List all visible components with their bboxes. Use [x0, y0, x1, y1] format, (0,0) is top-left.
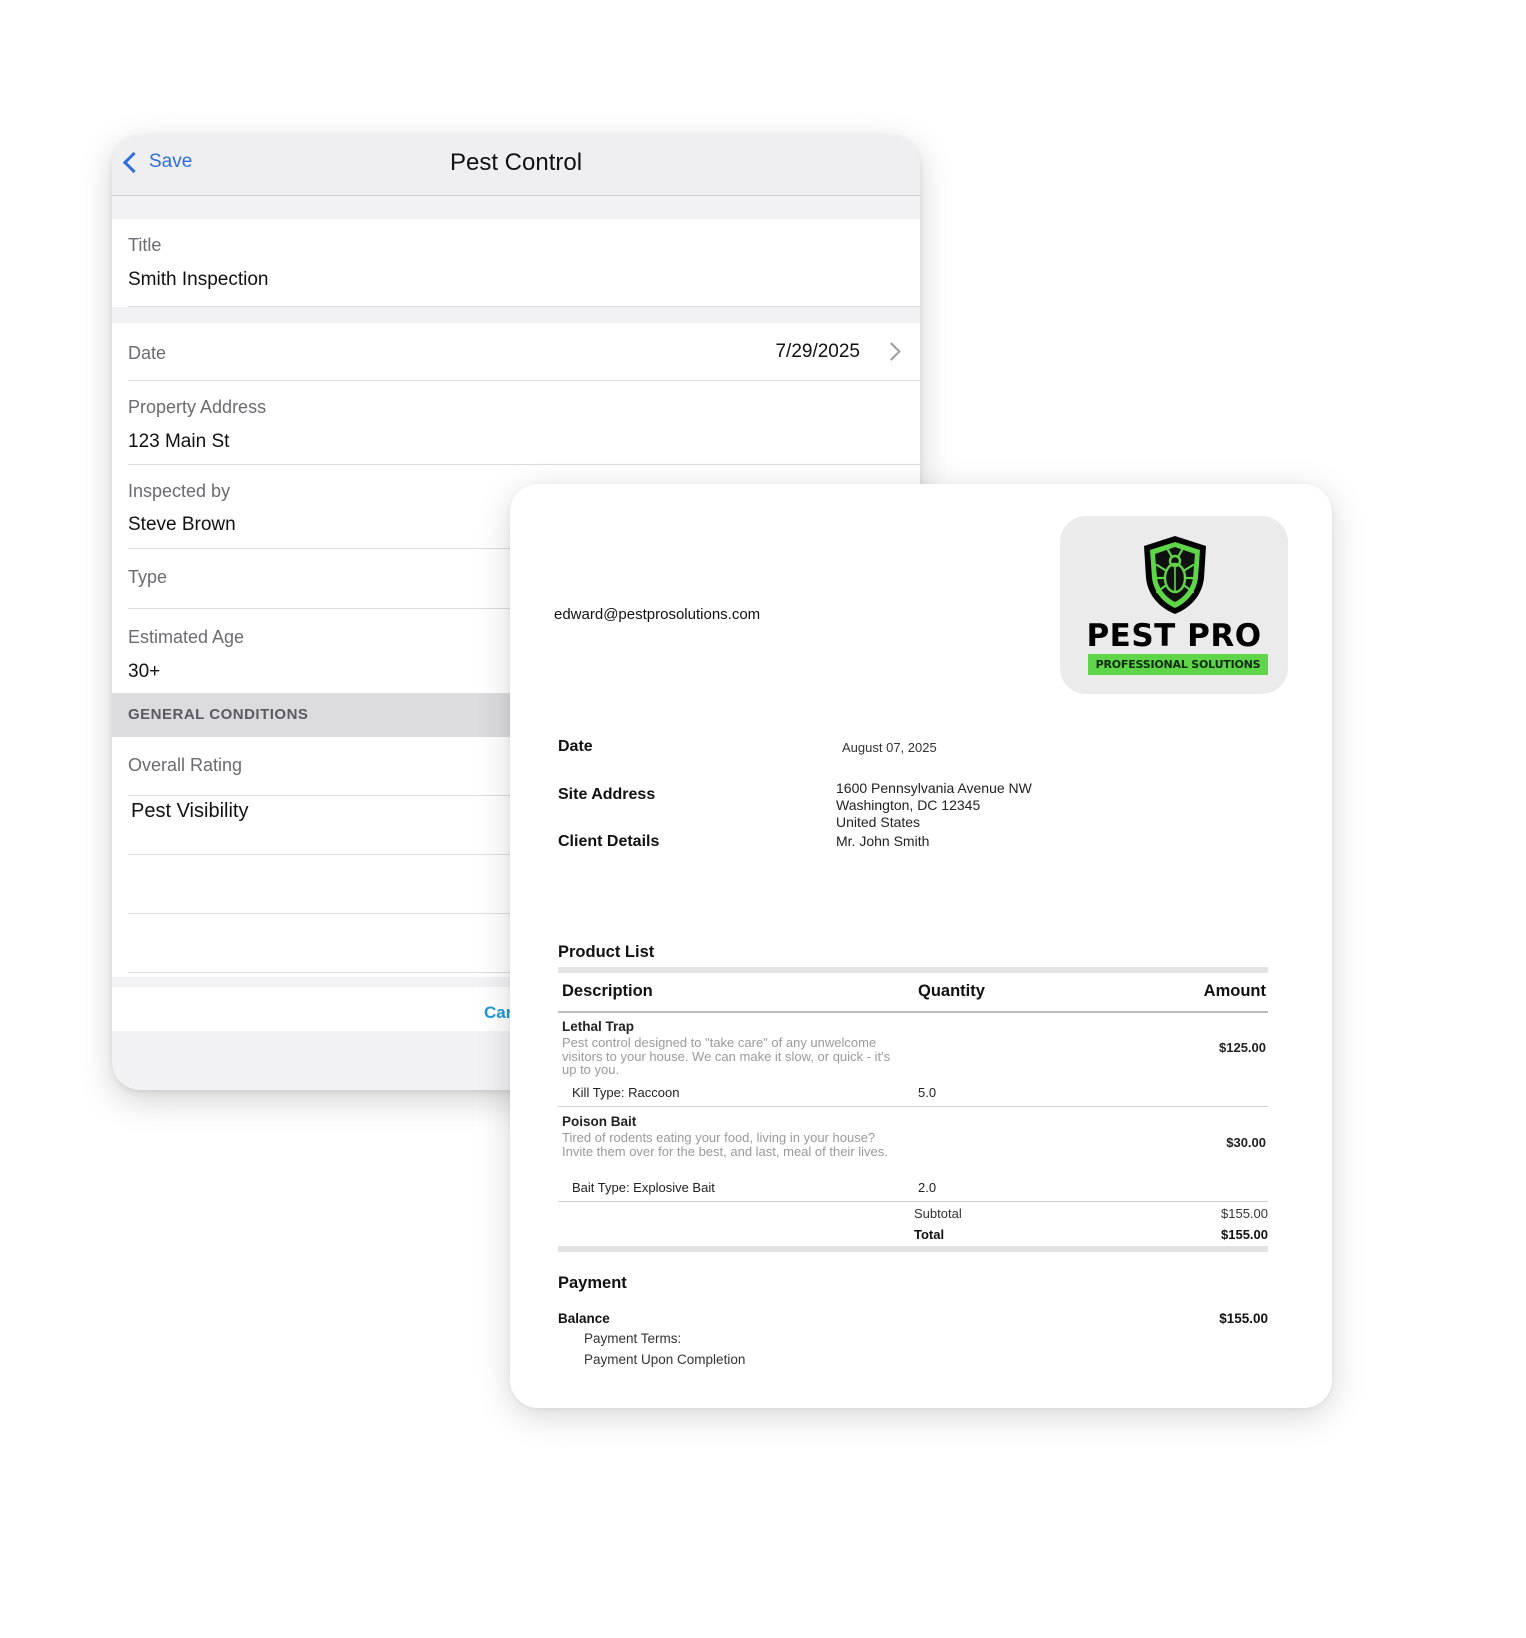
chevron-right-icon: [882, 342, 901, 361]
overall-rating-label[interactable]: Overall Rating: [128, 755, 242, 776]
date-label: Date: [128, 343, 167, 363]
column-header-quantity: Quantity: [918, 982, 985, 1000]
payment-terms-value: Payment Upon Completion: [584, 1352, 746, 1367]
title-value[interactable]: Smith Inspection: [128, 269, 268, 291]
subtotal-label: Subtotal: [914, 1206, 962, 1221]
navigation-bar: Save Pest Control: [112, 135, 920, 196]
total-value: $155.00: [1221, 1227, 1268, 1242]
site-address-line-1: 1600 Pennsylvania Avenue NW: [836, 780, 1032, 796]
item-option: Kill Type: Raccoon: [572, 1085, 680, 1100]
page-title: Pest Control: [449, 149, 583, 176]
site-address-line-3: United States: [836, 814, 921, 830]
item-amount: $125.00: [1219, 1040, 1266, 1055]
client-details-label: Client Details: [558, 833, 660, 850]
date-value: 7/29/2025: [775, 341, 860, 362]
column-header-amount: Amount: [1203, 982, 1266, 1000]
item-quantity: 5.0: [918, 1085, 937, 1100]
payment-title: Payment: [558, 1274, 627, 1292]
site-address-label: Site Address: [558, 786, 656, 803]
estimated-age-label: Estimated Age: [128, 627, 245, 647]
logo-wordmark: PEST PRO: [1086, 618, 1262, 654]
section-rule: [558, 967, 1268, 973]
item-name: Lethal Trap: [562, 1019, 635, 1034]
inspected-by-value[interactable]: Steve Brown: [128, 514, 236, 536]
row-divider: [558, 1201, 1268, 1202]
inspected-by-label: Inspected by: [128, 481, 231, 501]
product-list-title: Product List: [558, 943, 655, 961]
pest-visibility-label[interactable]: Pest Visibility: [131, 800, 248, 823]
header-rule: [558, 1011, 1268, 1013]
title-field[interactable]: Title Smith Inspection: [112, 219, 920, 307]
payment-terms-label: Payment Terms:: [584, 1331, 682, 1346]
bug-shield-icon: [1144, 536, 1206, 614]
row-divider: [558, 1106, 1268, 1107]
column-header-description: Description: [562, 982, 653, 1000]
type-label: Type: [128, 567, 168, 587]
item-quantity: 2.0: [918, 1180, 937, 1195]
logo-tagline: PROFESSIONAL SOLUTIONS: [1088, 654, 1268, 675]
company-logo: PEST PRO PROFESSIONAL SOLUTIONS: [1060, 516, 1288, 694]
property-address-value[interactable]: 123 Main St: [128, 431, 229, 453]
client-name: Mr. John Smith: [836, 833, 930, 849]
subtotal-value: $155.00: [1221, 1206, 1268, 1221]
item-description: Tired of rodents eating your food, livin…: [562, 1130, 888, 1159]
section-header-label: GENERAL CONDITIONS: [128, 706, 309, 723]
item-option: Bait Type: Explosive Bait: [572, 1180, 715, 1195]
property-address-label: Property Address: [128, 397, 267, 417]
totals-rule: [558, 1246, 1268, 1252]
divider: [128, 306, 920, 307]
balance-value: $155.00: [1219, 1311, 1268, 1326]
item-amount: $30.00: [1226, 1135, 1266, 1150]
date-field[interactable]: Date 7/29/2025: [112, 323, 920, 381]
invoice-document: edward@pestprosolutions.com PEST PRO PRO…: [510, 484, 1332, 1408]
invoice-date: August 07, 2025: [842, 740, 937, 755]
item-name: Poison Bait: [562, 1114, 637, 1129]
property-address-field[interactable]: Property Address 123 Main St: [112, 381, 920, 465]
balance-label: Balance: [558, 1311, 610, 1326]
estimated-age-value[interactable]: 30+: [128, 661, 160, 683]
date-label: Date: [558, 738, 593, 755]
item-description: Pest control designed to "take care" of …: [562, 1035, 891, 1077]
total-label: Total: [914, 1227, 945, 1242]
title-label: Title: [128, 235, 162, 255]
company-email: edward@pestprosolutions.com: [554, 606, 761, 623]
site-address-line-2: Washington, DC 12345: [836, 797, 981, 813]
cancel-button[interactable]: Car: [484, 1003, 512, 1023]
